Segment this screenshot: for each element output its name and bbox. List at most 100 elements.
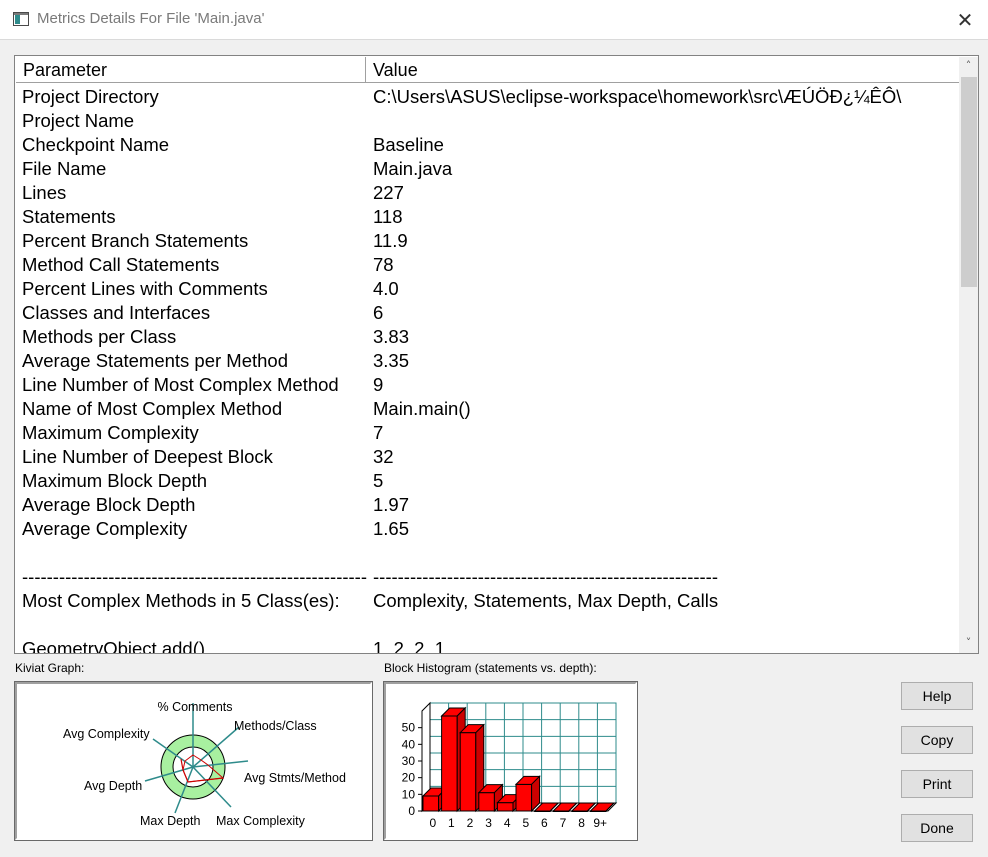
row-value: 6 [373,302,384,323]
print-button[interactable]: Print [901,770,973,798]
kiviat-axis-max-complexity: Max Complexity [216,814,306,828]
done-button[interactable]: Done [901,814,973,842]
kiviat-axis-avg-complexity: Avg Complexity [63,727,150,741]
table-row[interactable] [16,541,959,565]
scroll-thumb[interactable] [961,77,977,287]
metrics-list[interactable]: Parameter Value Project Directory C:\User… [14,55,979,654]
row-parameter: Average Block Depth [22,494,196,515]
row-value: Main.main() [373,398,471,419]
table-row[interactable]: File Name Main.java [16,157,959,181]
row-parameter: Project Name [22,110,135,131]
row-parameter: Average Complexity [22,518,188,539]
histogram-x-tick-label: 9+ [593,816,607,830]
row-parameter: Average Statements per Method [22,350,289,371]
kiviat-graph: % Comments Methods/Class Avg Stmts/Metho… [63,700,346,828]
app-icon [13,12,29,26]
column-header-value[interactable]: Value [366,57,959,83]
window-title: Metrics Details For File 'Main.java' [37,10,265,27]
row-value: 78 [373,254,394,275]
row-parameter: File Name [22,158,107,179]
table-row[interactable]: Average Block Depth 1.97 [16,493,959,517]
row-value: 32 [373,446,394,467]
row-parameter: Checkpoint Name [22,134,170,155]
table-row[interactable]: Average Complexity 1.65 [16,517,959,541]
block-histogram: 010203040500 1 2 3 4 5 6 7 8 9+ [402,701,618,830]
row-value: C:\Users\ASUS\eclipse-workspace\homework… [373,86,902,107]
row-value: Baseline [373,134,444,155]
table-row[interactable]: Project Name [16,109,959,133]
histogram-panel: 0 10 20 30 40 50 0 1 2 3 4 5 6 7 8 9+ [383,681,638,841]
histogram-y-tick-label: 0 [408,804,415,818]
table-row[interactable]: Checkpoint Name Baseline [16,133,959,157]
row-value: Complexity, Statements, Max Depth, Calls [373,590,719,611]
row-parameter: Statements [22,206,116,227]
list-header: Parameter Value [16,57,959,83]
histogram-y-tick-label: 10 [402,787,416,801]
table-row[interactable]: Maximum Block Depth 5 [16,469,959,493]
scroll-down-arrow-icon[interactable]: ˅ [959,634,978,652]
histogram-y-tick-label: 20 [402,771,416,785]
row-value: 5 [373,470,384,491]
table-row[interactable]: Classes and Interfaces 6 [16,301,959,325]
kiviat-axis-comments: % Comments [157,700,232,714]
row-parameter: Percent Lines with Comments [22,278,268,299]
column-header-parameter[interactable]: Parameter [16,57,366,83]
row-parameter: Method Call Statements [22,254,220,275]
histogram-x-tick-label: 1 [448,816,455,830]
table-row[interactable]: Maximum Complexity 7 [16,421,959,445]
scroll-up-arrow-icon[interactable]: ˄ [959,57,978,75]
table-row[interactable]: Average Statements per Method 3.35 [16,349,959,373]
kiviat-axis-methods-class: Methods/Class [234,719,317,733]
histogram-x-tick-label: 7 [560,816,567,830]
table-row[interactable]: Statements 118 [16,205,959,229]
table-row[interactable]: Methods per Class 3.83 [16,325,959,349]
table-row[interactable]: Most Complex Methods in 5 Class(es): Comp… [16,589,959,613]
table-row[interactable]: Percent Lines with Comments 4.0 [16,277,959,301]
help-button[interactable]: Help [901,682,973,710]
close-icon[interactable]: ✕ [950,6,980,34]
row-parameter: Maximum Complexity [22,422,199,443]
vertical-scrollbar[interactable]: ˄ ˅ [959,57,978,653]
list-rows: Project Directory C:\Users\ASUS\eclipse-w… [16,85,959,653]
histogram-y-tick-label: 50 [402,721,416,735]
row-parameter: Methods per Class [22,326,177,347]
kiviat-label: Kiviat Graph: [15,661,85,675]
histogram-x-tick-label: 4 [504,816,511,830]
row-parameter: ----------------------------------------… [22,566,367,587]
table-row[interactable]: Name of Most Complex Method Main.main() [16,397,959,421]
histogram-bar [441,715,458,812]
histogram-x-tick-label: 8 [578,816,585,830]
histogram-y-tick-label: 40 [402,737,416,751]
kiviat-axis-avg-stmts: Avg Stmts/Method [244,771,346,785]
row-parameter: Percent Branch Statements [22,230,249,251]
histogram-x-tick-label: 6 [541,816,548,830]
kiviat-axis-max-depth: Max Depth [140,814,200,828]
table-row[interactable]: GeometryObject.add() 1, 2, 2, 1 [16,637,959,653]
row-parameter: Lines [22,182,67,203]
table-row[interactable]: ----------------------------------------… [16,565,959,589]
row-value: 11.9 [373,230,408,251]
table-row[interactable]: Project Directory C:\Users\ASUS\eclipse-w… [16,85,959,109]
row-parameter: Maximum Block Depth [22,470,208,491]
histogram-bar [422,795,440,812]
table-row[interactable]: Method Call Statements 78 [16,253,959,277]
histogram-x-tick-label: 0 [429,816,436,830]
row-value: 227 [373,182,404,203]
kiviat-graph-panel: % Comments Methods/Class Avg Stmts/Metho… [14,681,373,841]
row-parameter: Project Directory [22,86,159,107]
kiviat-axis-avg-depth: Avg Depth [84,779,142,793]
histogram-x-tick-label: 3 [485,816,492,830]
histogram-x-tick-label: 5 [522,816,529,830]
table-row[interactable]: Line Number of Most Complex Method 9 [16,373,959,397]
histogram-bar [496,802,514,812]
table-row[interactable] [16,613,959,637]
row-value: Main.java [373,158,453,179]
row-parameter: Line Number of Deepest Block [22,446,273,467]
table-row[interactable]: Line Number of Deepest Block 32 [16,445,959,469]
row-value: 9 [373,374,384,395]
copy-button[interactable]: Copy [901,726,973,754]
histogram-bar [459,732,477,812]
table-row[interactable]: Percent Branch Statements 11.9 [16,229,959,253]
histogram-bar [515,783,533,812]
table-row[interactable]: Lines 227 [16,181,959,205]
